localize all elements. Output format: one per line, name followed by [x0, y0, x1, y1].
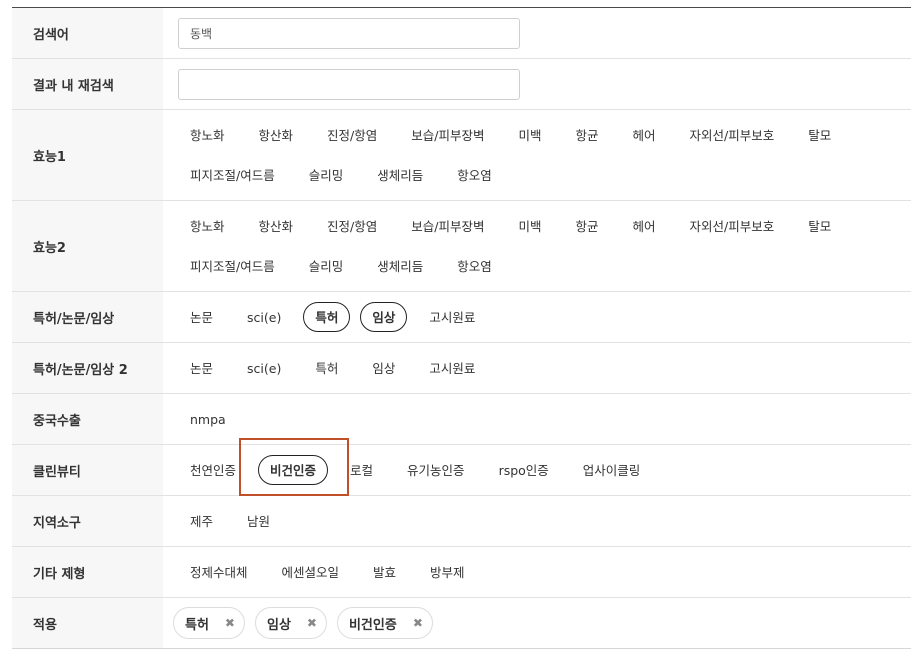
row-efficacy2: 효능2 항노화 항산화 진정/항염 보습/피부장벽 미백 항균 헤어 자외선/피부보호 탈모피지…	[12, 201, 911, 292]
patent1-options: 논문 sci(e) 특허 임상 고시원료	[178, 302, 497, 332]
filter-option-chip[interactable]: 미백	[506, 115, 553, 155]
row-research: 결과 내 재검색	[12, 59, 911, 110]
other-formulation-options: 정제수대체 에센셜오일 발효 방부제	[178, 557, 487, 587]
filter-option-chip[interactable]: 슬리밍	[297, 246, 356, 286]
row-label: 특허/논문/임상 2	[12, 343, 163, 393]
filter-option-chip[interactable]: 특허	[303, 302, 351, 332]
row-search: 검색어	[12, 8, 911, 59]
filter-option-chip[interactable]: 헤어	[621, 206, 668, 246]
filter-option-chip[interactable]: 천연인증	[178, 455, 248, 485]
filter-option-chip[interactable]: 논문	[178, 302, 225, 332]
filter-option-chip[interactable]: 진정/항염	[315, 115, 389, 155]
filter-option-chip[interactable]: 미백	[506, 206, 553, 246]
filter-option-chip[interactable]: 진정/항염	[315, 206, 389, 246]
filter-option-chip[interactable]: 항균	[563, 206, 610, 246]
remove-tag-icon[interactable]: ✖	[413, 616, 423, 630]
filter-option-chip[interactable]: 생체리듬	[365, 155, 435, 195]
china-options: nmpa	[178, 404, 248, 434]
filter-option-chip[interactable]: 제주	[178, 506, 225, 536]
filter-option-chip[interactable]: 논문	[178, 353, 225, 383]
row-label: 효능2	[12, 201, 163, 291]
filter-option-chip[interactable]: 피지조절/여드름	[178, 246, 287, 286]
remove-tag-icon[interactable]: ✖	[225, 616, 235, 630]
filter-option-chip[interactable]: 남원	[235, 506, 282, 536]
filter-option-chip[interactable]: 보습/피부장벽	[399, 206, 496, 246]
row-patent1: 특허/논문/임상 논문 sci(e) 특허 임상 고시원료	[12, 292, 911, 343]
row-label: 적용	[12, 598, 163, 648]
filter-option-chip[interactable]: 항오염	[445, 246, 504, 286]
filter-option-chip[interactable]: 항균	[563, 115, 610, 155]
row-label: 지역소구	[12, 496, 163, 546]
applied-tag: 비건인증 ✖	[336, 607, 433, 639]
filter-option-chip[interactable]: 임상	[360, 302, 408, 332]
filter-table: 검색어 결과 내 재검색 효능1 항노화항산화진정/항염보습/피부장벽미백항균헤…	[12, 7, 911, 649]
filter-option-chip[interactable]: 항산화	[247, 206, 306, 246]
filter-option-chip[interactable]: 탈모	[796, 206, 843, 246]
filter-option-chip[interactable]: 임상	[360, 353, 407, 383]
row-label: 클린뷰티	[12, 445, 163, 495]
filter-option-chip[interactable]: 항노화	[178, 206, 237, 246]
filter-option-chip[interactable]: 항노화	[178, 115, 237, 155]
filter-option-chip[interactable]: 생체리듬	[365, 246, 435, 286]
clean-beauty-options: 천연인증 비건인증 로컬 유기농인증 rspo인증 업사이클링	[178, 455, 662, 485]
filter-option-chip[interactable]: 탈모	[796, 115, 843, 155]
remove-tag-icon[interactable]: ✖	[307, 616, 317, 630]
filter-option-chip[interactable]: 유기농인증	[395, 455, 477, 485]
search-input[interactable]	[178, 17, 520, 49]
row-patent2: 특허/논문/임상 2 논문 sci(e) 특허 임상 고시원료	[12, 343, 911, 394]
row-china: 중국수출 nmpa	[12, 394, 911, 445]
row-efficacy1: 효능1 항노화 항산화 진정/항염 보습/피부장벽 미백 항균 헤어 자외선/피부보호 탈모피지…	[12, 110, 911, 201]
row-label: 기타 제형	[12, 547, 163, 597]
filter-option-chip[interactable]: 발효	[361, 557, 408, 587]
filter-option-chip[interactable]: 로컬	[338, 455, 385, 485]
patent2-options: 논문 sci(e) 특허 임상 고시원료	[178, 353, 497, 383]
research-input[interactable]	[178, 68, 520, 100]
filter-option-chip[interactable]: 방부제	[418, 557, 477, 587]
filter-option-chip[interactable]: 항오염	[445, 155, 504, 195]
filter-option-chip[interactable]: 슬리밍	[297, 155, 356, 195]
row-other-formulation: 기타 제형 정제수대체 에센셜오일 발효 방부제	[12, 547, 911, 598]
row-label: 효능1	[12, 110, 163, 200]
row-label: 결과 내 재검색	[12, 59, 163, 109]
filter-option-chip[interactable]: 보습/피부장벽	[399, 115, 496, 155]
filter-option-chip[interactable]: sci(e)	[235, 353, 293, 383]
filter-option-chip[interactable]: 특허	[303, 353, 350, 383]
applied-tag: 특허 ✖	[173, 607, 245, 639]
row-clean-beauty: 클린뷰티 천연인증 비건인증 로컬 유기농인증 rspo인증 업사이클링	[12, 445, 911, 496]
filter-option-chip[interactable]: 자외선/피부보호	[678, 206, 787, 246]
filter-option-chip[interactable]: 정제수대체	[178, 557, 260, 587]
region-options: 제주 남원	[178, 506, 292, 536]
filter-option-chip[interactable]: 업사이클링	[571, 455, 653, 485]
row-label: 검색어	[12, 8, 163, 58]
row-applied: 적용 특허 ✖ 임상 ✖ 비건인증 ✖	[12, 598, 911, 649]
filter-option-chip[interactable]: 헤어	[621, 115, 668, 155]
applied-tag: 임상 ✖	[254, 607, 327, 639]
filter-option-chip[interactable]: 비건인증	[258, 455, 329, 485]
applied-tag-label: 비건인증	[348, 617, 397, 633]
applied-tag-label: 임상	[266, 617, 291, 633]
row-label: 중국수출	[12, 394, 163, 444]
row-region: 지역소구 제주 남원	[12, 496, 911, 547]
efficacy1-options: 항노화 항산화 진정/항염 보습/피부장벽 미백 항균 헤어 자외선/피부보호 탈모피지조절/여…	[178, 115, 901, 195]
efficacy2-options: 항노화 항산화 진정/항염 보습/피부장벽 미백 항균 헤어 자외선/피부보호 탈모피지조절/여…	[178, 206, 901, 286]
filter-option-chip[interactable]: 고시원료	[417, 302, 487, 332]
filter-option-chip[interactable]: 고시원료	[417, 353, 487, 383]
filter-option-chip[interactable]: 피지조절/여드름	[178, 155, 287, 195]
filter-option-chip[interactable]: rspo인증	[487, 455, 561, 485]
filter-option-chip[interactable]: sci(e)	[235, 302, 293, 332]
row-label: 특허/논문/임상	[12, 292, 163, 342]
filter-option-chip[interactable]: nmpa	[178, 404, 238, 434]
filter-option-chip[interactable]: 항산화	[247, 115, 306, 155]
applied-tag-label: 특허	[185, 617, 209, 633]
filter-option-chip[interactable]: 에센셜오일	[270, 557, 352, 587]
filter-option-chip[interactable]: 자외선/피부보호	[678, 115, 787, 155]
applied-tags: 특허 ✖ 임상 ✖ 비건인증 ✖	[173, 607, 443, 639]
